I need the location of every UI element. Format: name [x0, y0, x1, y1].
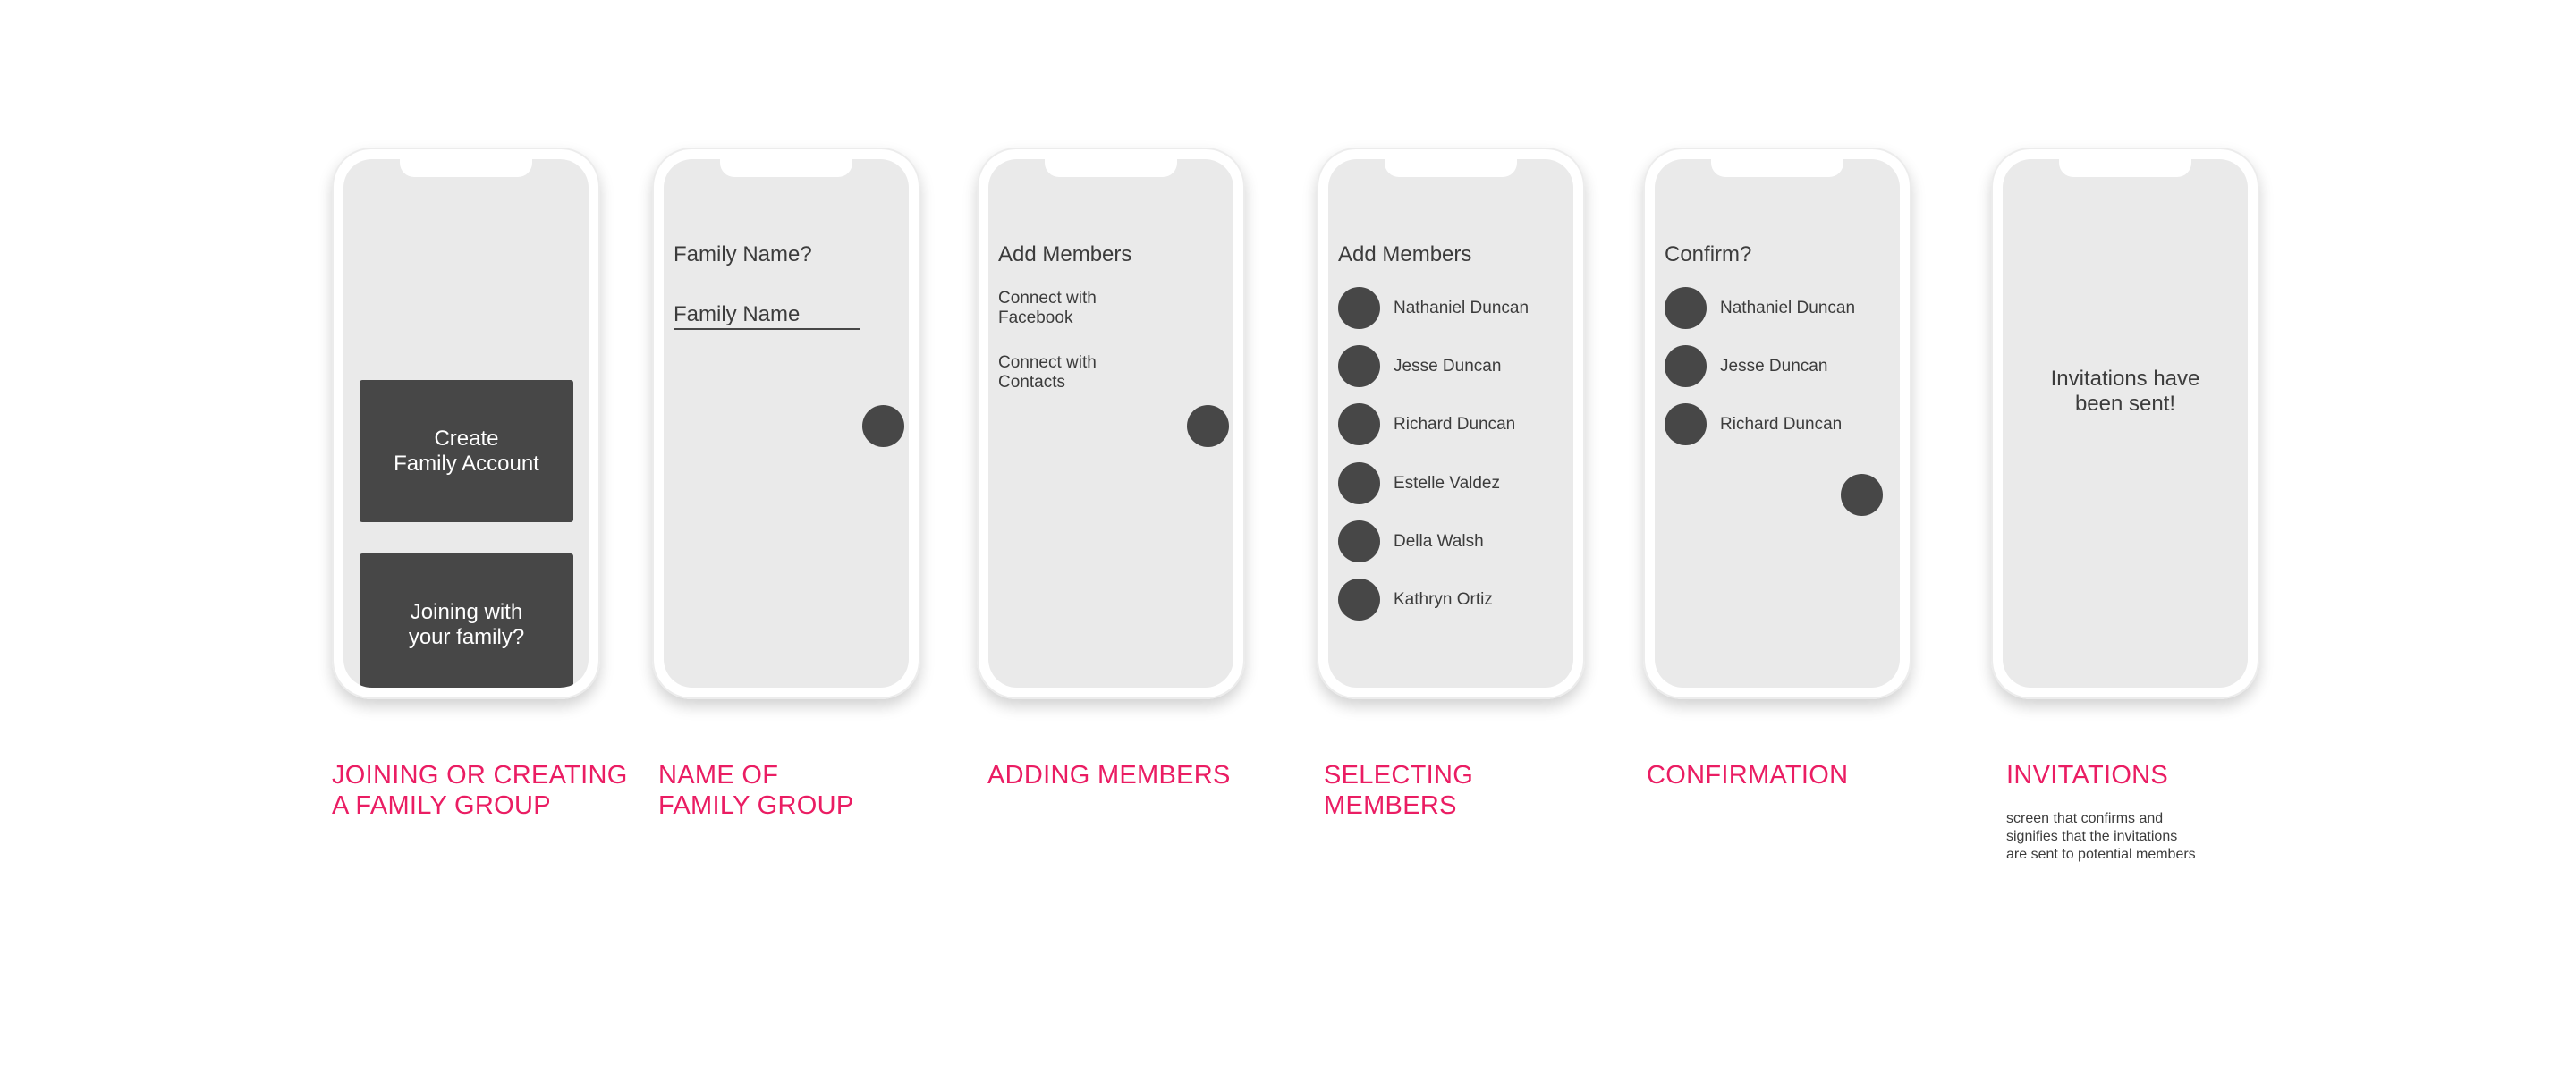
phone-notch	[1045, 159, 1177, 177]
member-name: Richard Duncan	[1720, 414, 1843, 434]
caption-join: JOINING OR CREATING A FAMILY GROUP	[332, 761, 628, 820]
screen-confirm: Confirm? Nathaniel Duncan Jesse Duncan R…	[1655, 159, 1900, 688]
add-members-heading: Add Members	[998, 242, 1132, 266]
join-family-button[interactable]: Joining with your family?	[360, 553, 573, 688]
member-row[interactable]: Estelle Valdez	[1338, 462, 1500, 504]
member-name: Jesse Duncan	[1394, 356, 1502, 376]
member-name: Richard Duncan	[1394, 414, 1516, 434]
caption-invite: INVITATIONS	[2006, 761, 2169, 790]
member-row[interactable]: Richard Duncan	[1665, 403, 1842, 445]
phone-select: Add Members Nathaniel Duncan Jesse Dunca…	[1317, 148, 1585, 699]
phone-notch	[1385, 159, 1517, 177]
confirm-button[interactable]	[1841, 474, 1883, 516]
member-row[interactable]: Jesse Duncan	[1665, 345, 1827, 387]
screen-name: Family Name? Family Name	[664, 159, 909, 688]
connect-facebook-link[interactable]: Connect with Facebook	[998, 289, 1097, 328]
caption-invite-note: screen that confirms and signifies that …	[2006, 811, 2196, 862]
member-row[interactable]: Kathryn Ortiz	[1338, 579, 1493, 621]
avatar	[1338, 579, 1380, 621]
avatar	[1338, 287, 1380, 329]
member-name: Nathaniel Duncan	[1394, 298, 1530, 317]
phone-notch	[1711, 159, 1843, 177]
caption-select: SELECTING MEMBERS	[1324, 761, 1474, 820]
confirm-heading: Confirm?	[1665, 242, 1752, 266]
avatar	[1338, 403, 1380, 445]
avatar	[1665, 287, 1707, 329]
member-name: Kathryn Ortiz	[1394, 589, 1493, 609]
next-button[interactable]	[1187, 405, 1229, 447]
member-name: Estelle Valdez	[1394, 473, 1500, 493]
phone-add: Add Members Connect with Facebook Connec…	[977, 148, 1245, 699]
caption-name: NAME OF FAMILY GROUP	[658, 761, 854, 820]
phone-name: Family Name? Family Name	[652, 148, 920, 699]
member-row[interactable]: Nathaniel Duncan	[1338, 287, 1529, 329]
family-name-input[interactable]: Family Name	[674, 302, 860, 330]
screen-add: Add Members Connect with Facebook Connec…	[988, 159, 1233, 688]
phone-confirm: Confirm? Nathaniel Duncan Jesse Duncan R…	[1643, 148, 1911, 699]
screen-select: Add Members Nathaniel Duncan Jesse Dunca…	[1328, 159, 1573, 688]
phone-invite: Invitations have been sent!	[1991, 148, 2259, 699]
member-row[interactable]: Richard Duncan	[1338, 403, 1515, 445]
family-name-heading: Family Name?	[674, 242, 812, 266]
connect-contacts-link[interactable]: Connect with Contacts	[998, 353, 1097, 393]
next-button[interactable]	[862, 405, 904, 447]
invitations-sent-message: Invitations have been sent!	[2050, 367, 2200, 416]
member-name: Della Walsh	[1394, 531, 1484, 551]
add-members-heading: Add Members	[1338, 242, 1472, 266]
avatar	[1338, 345, 1380, 387]
member-row[interactable]: Jesse Duncan	[1338, 345, 1501, 387]
avatar	[1665, 345, 1707, 387]
avatar	[1338, 462, 1380, 504]
screen-join: Create Family Account Joining with your …	[343, 159, 589, 688]
member-name: Jesse Duncan	[1720, 356, 1828, 376]
phone-notch	[2059, 159, 2191, 177]
screen-invite: Invitations have been sent!	[2003, 159, 2248, 688]
phone-join: Create Family Account Joining with your …	[332, 148, 600, 699]
avatar	[1665, 403, 1707, 445]
caption-confirm: CONFIRMATION	[1647, 761, 1849, 790]
member-row[interactable]: Nathaniel Duncan	[1665, 287, 1855, 329]
member-name: Nathaniel Duncan	[1720, 298, 1856, 317]
phone-notch	[400, 159, 532, 177]
caption-add: ADDING MEMBERS	[987, 761, 1231, 790]
member-row[interactable]: Della Walsh	[1338, 520, 1484, 562]
phone-notch	[720, 159, 852, 177]
create-family-account-button[interactable]: Create Family Account	[360, 380, 573, 522]
avatar	[1338, 520, 1380, 562]
